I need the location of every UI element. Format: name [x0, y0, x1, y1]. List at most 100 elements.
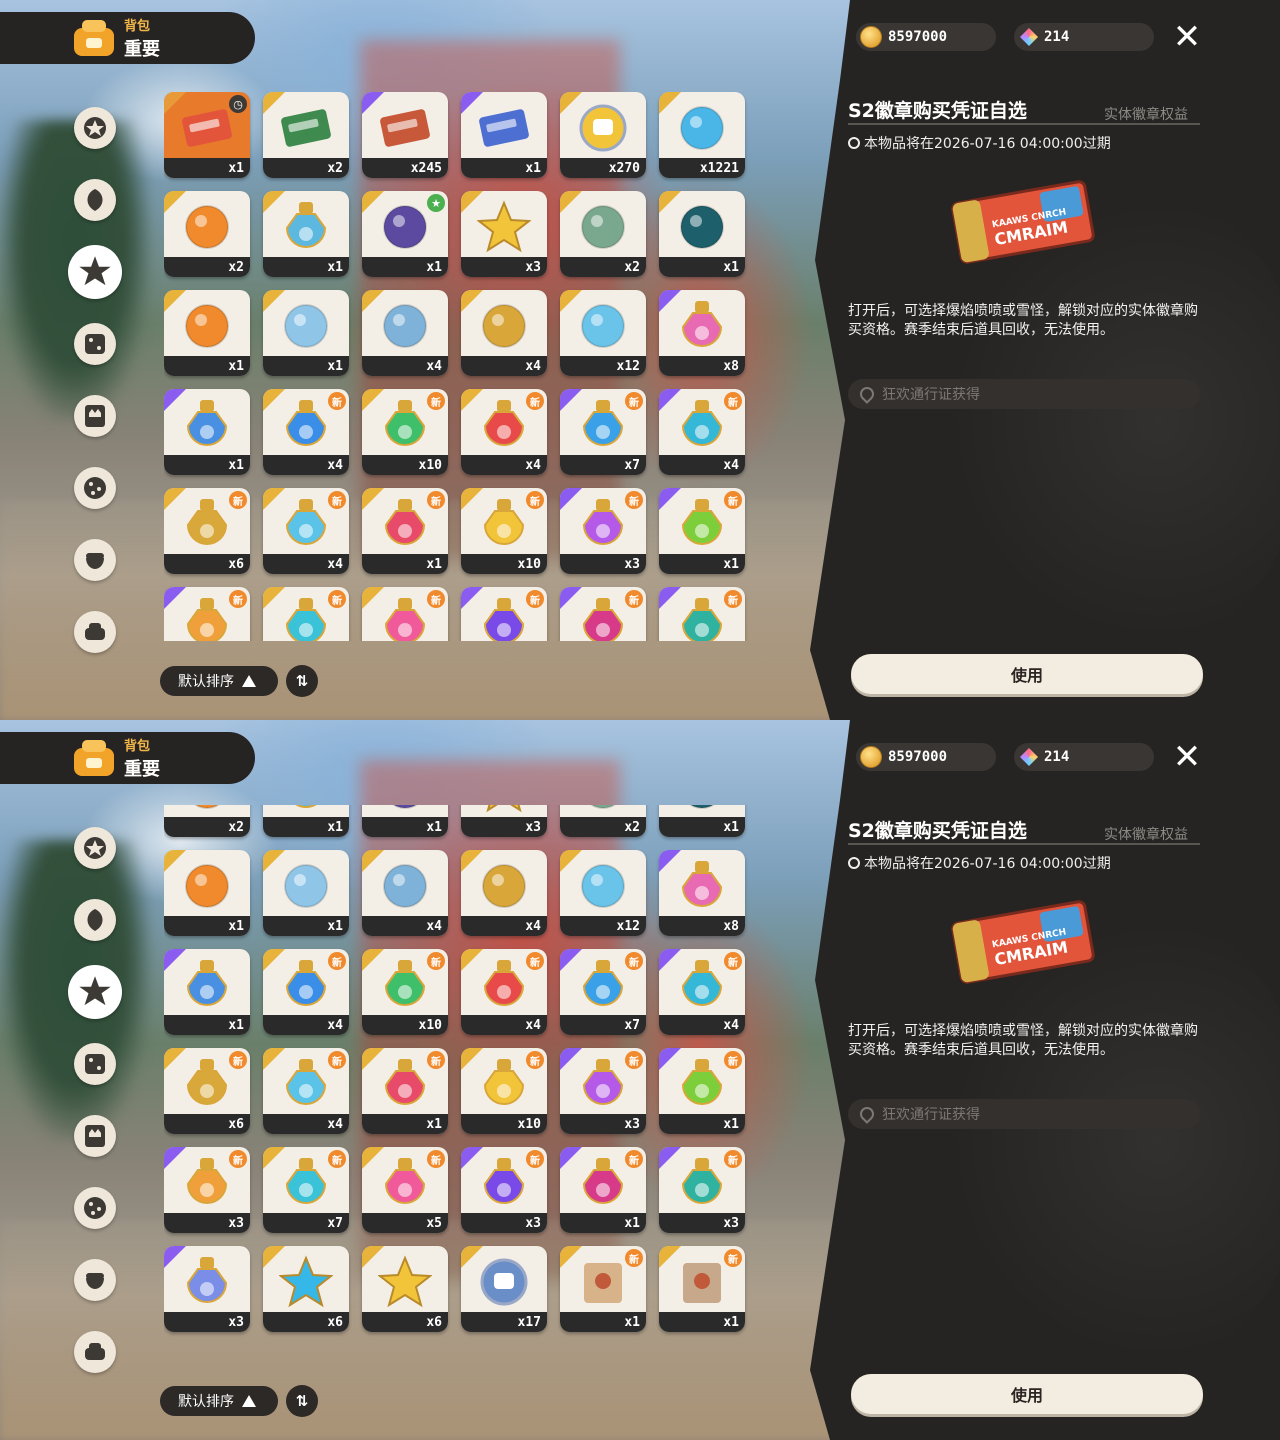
item-slot[interactable]: x1 ◷	[164, 92, 250, 178]
item-slot[interactable]: x1新	[560, 1147, 646, 1233]
item-slot[interactable]: x6 新	[164, 488, 250, 574]
item-slot[interactable]: x4 新	[263, 949, 349, 1035]
item-slot[interactable]: x4 新	[659, 949, 745, 1035]
category-tab-star-badge[interactable]	[74, 827, 116, 869]
item-slot[interactable]: x3新	[560, 1048, 646, 1134]
item-slot[interactable]: x5新	[362, 1147, 448, 1233]
use-button[interactable]: 使用	[851, 654, 1203, 694]
close-icon[interactable]: ✕	[1170, 20, 1204, 54]
item-slot[interactable]: x4 新	[461, 949, 547, 1035]
category-tab-starburst[interactable]	[68, 965, 122, 1019]
item-slot[interactable]: x2	[164, 191, 250, 277]
item-slot[interactable]: x17	[461, 1246, 547, 1332]
item-slot[interactable]: x8	[659, 290, 745, 376]
item-slot[interactable]: x3新	[164, 1147, 250, 1233]
category-tab-leaf-swirl[interactable]	[74, 179, 116, 221]
gold-star-icon	[476, 200, 532, 254]
item-slot[interactable]: x4 新	[263, 389, 349, 475]
item-slot[interactable]: x1	[164, 290, 250, 376]
category-tab-acorn[interactable]	[74, 539, 116, 581]
item-slot[interactable]: x3	[164, 1246, 250, 1332]
item-slot[interactable]: x2	[263, 92, 349, 178]
sort-dropdown[interactable]: 默认排序	[160, 1386, 278, 1416]
item-slot[interactable]: x10 新	[461, 488, 547, 574]
item-slot[interactable]: x1	[461, 92, 547, 178]
item-slot[interactable]: x1	[164, 389, 250, 475]
category-tab-crown-card[interactable]	[74, 395, 116, 437]
category-tab-dots-ball[interactable]	[74, 467, 116, 509]
sky-potion-icon	[279, 1057, 333, 1111]
item-slot[interactable]: x4	[461, 850, 547, 936]
item-slot[interactable]: x1★	[362, 805, 448, 837]
item-slot[interactable]: x6	[362, 1246, 448, 1332]
category-tab-sofa[interactable]	[74, 1331, 116, 1373]
item-slot[interactable]: x1新	[362, 1048, 448, 1134]
item-slot[interactable]: x2	[164, 805, 250, 837]
item-slot[interactable]: x1新	[560, 587, 646, 641]
item-slot[interactable]: x12	[560, 290, 646, 376]
item-slot[interactable]: x1新	[659, 1048, 745, 1134]
sort-order-toggle-icon[interactable]: ⇅	[286, 665, 318, 697]
item-slot[interactable]: x1	[164, 949, 250, 1035]
item-slot[interactable]: x2	[560, 805, 646, 837]
category-tab-starburst[interactable]	[68, 245, 122, 299]
fire-flower-icon	[180, 859, 234, 913]
item-slot[interactable]: x3新	[164, 587, 250, 641]
item-slot[interactable]: x1	[263, 850, 349, 936]
category-tab-acorn[interactable]	[74, 1259, 116, 1301]
item-slot[interactable]: x4	[362, 850, 448, 936]
item-slot[interactable]: x10 新	[362, 389, 448, 475]
item-slot[interactable]: x1	[164, 850, 250, 936]
item-slot[interactable]: x3新	[659, 587, 745, 641]
item-slot[interactable]: x3新	[461, 587, 547, 641]
item-slot[interactable]: x1	[263, 191, 349, 277]
item-slot[interactable]: x10 新	[461, 1048, 547, 1134]
category-tab-star-badge[interactable]	[74, 107, 116, 149]
item-slot[interactable]: x1	[659, 805, 745, 837]
item-slot[interactable]: x1221	[659, 92, 745, 178]
item-slot[interactable]: x4 新	[659, 389, 745, 475]
item-quantity: x4	[723, 1018, 739, 1033]
item-slot[interactable]: x12	[560, 850, 646, 936]
item-slot[interactable]: x4	[362, 290, 448, 376]
item-slot[interactable]: x1	[659, 191, 745, 277]
category-tab-leaf-swirl[interactable]	[74, 899, 116, 941]
item-slot[interactable]: x1	[263, 290, 349, 376]
item-slot[interactable]: x4 新	[263, 488, 349, 574]
item-slot[interactable]: x1★	[362, 191, 448, 277]
category-tab-dice[interactable]	[74, 323, 116, 365]
use-button[interactable]: 使用	[851, 1374, 1203, 1414]
item-slot[interactable]: x7新	[560, 389, 646, 475]
item-slot[interactable]: x1新	[659, 488, 745, 574]
item-slot[interactable]: x8	[659, 850, 745, 936]
category-tab-dots-ball[interactable]	[74, 1187, 116, 1229]
item-slot[interactable]: x5新	[362, 587, 448, 641]
sort-dropdown[interactable]: 默认排序	[160, 666, 278, 696]
item-slot[interactable]: x1新	[362, 488, 448, 574]
item-slot[interactable]: x7新	[560, 949, 646, 1035]
item-slot[interactable]: x1	[263, 805, 349, 837]
item-slot[interactable]: x10 新	[362, 949, 448, 1035]
category-tab-dice[interactable]	[74, 1043, 116, 1085]
item-slot[interactable]: x3	[461, 191, 547, 277]
close-icon[interactable]: ✕	[1170, 740, 1204, 774]
item-slot[interactable]: x245	[362, 92, 448, 178]
item-slot[interactable]: x270	[560, 92, 646, 178]
item-slot[interactable]: x6 新	[164, 1048, 250, 1134]
item-slot[interactable]: x2	[560, 191, 646, 277]
sort-order-toggle-icon[interactable]: ⇅	[286, 1385, 318, 1417]
item-slot[interactable]: x7新	[263, 587, 349, 641]
item-slot[interactable]: x4 新	[461, 389, 547, 475]
item-slot[interactable]: x7新	[263, 1147, 349, 1233]
item-slot[interactable]: x6	[263, 1246, 349, 1332]
item-slot[interactable]: x3新	[659, 1147, 745, 1233]
item-slot[interactable]: x1新	[659, 1246, 745, 1332]
category-tab-crown-card[interactable]	[74, 1115, 116, 1157]
item-slot[interactable]: x3新	[461, 1147, 547, 1233]
item-slot[interactable]: x1新	[560, 1246, 646, 1332]
item-slot[interactable]: x3新	[560, 488, 646, 574]
item-slot[interactable]: x3	[461, 805, 547, 837]
item-slot[interactable]: x4 新	[263, 1048, 349, 1134]
category-tab-sofa[interactable]	[74, 611, 116, 653]
item-slot[interactable]: x4	[461, 290, 547, 376]
